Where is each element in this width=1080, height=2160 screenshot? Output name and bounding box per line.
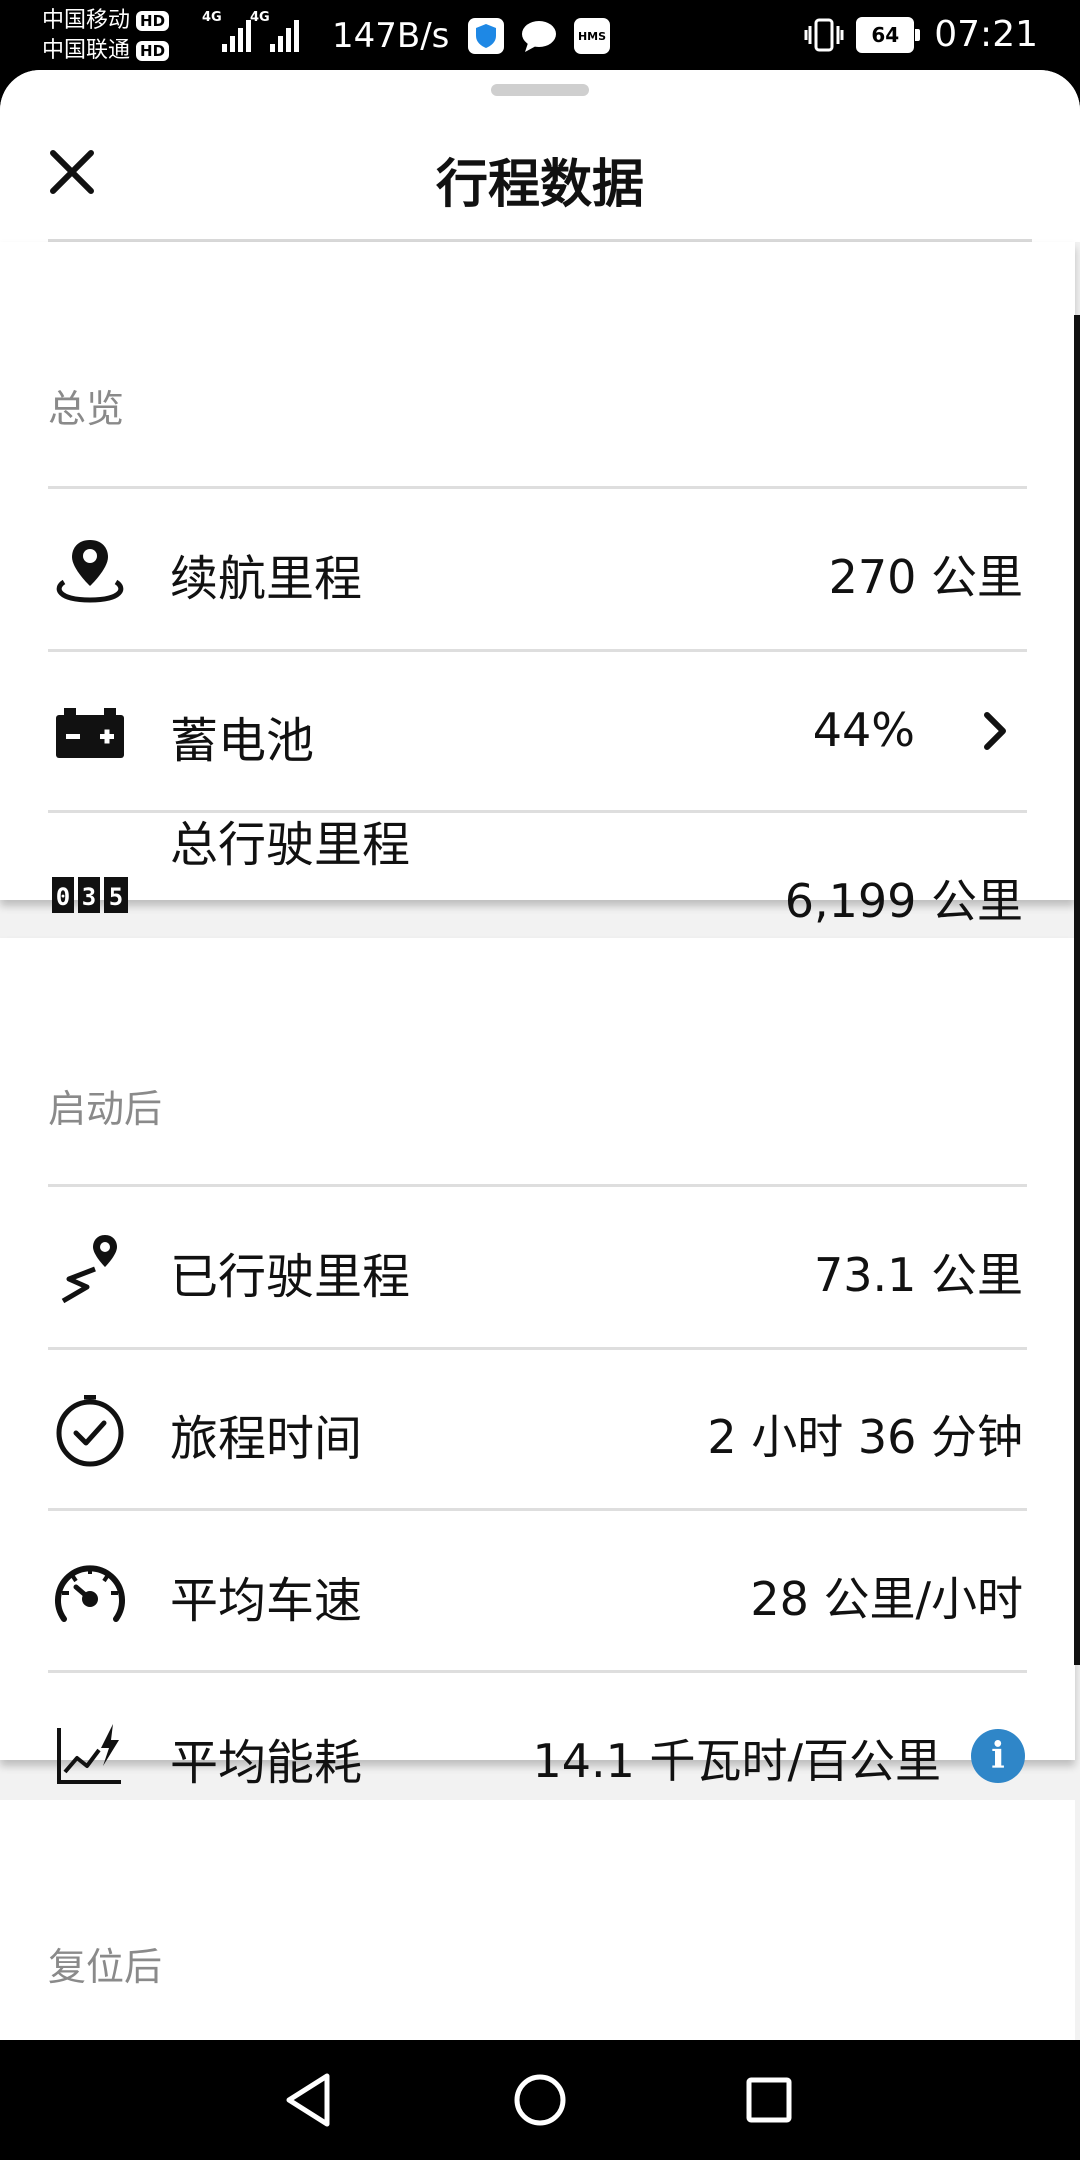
recents-square-icon bbox=[746, 2077, 792, 2123]
row-avg-speed: 平均车速 28 公里/小时 bbox=[0, 1511, 1075, 1671]
hd-badge: HD bbox=[136, 41, 170, 61]
hd-badge: HD bbox=[136, 11, 170, 31]
row-value: 2 小时 36 分钟 bbox=[707, 1410, 1023, 1464]
chat-bubble-icon bbox=[522, 21, 556, 52]
trip-data-sheet: 行程数据 总览 续航里程 270 公里 蓄电池 44% 035 总行驶里程 6,… bbox=[0, 70, 1080, 2040]
section-title-since-reset: 复位后 bbox=[48, 1945, 163, 1989]
back-triangle-icon bbox=[286, 2073, 330, 2127]
section-title-since-start: 启动后 bbox=[48, 1087, 163, 1131]
signal-icon: 4G bbox=[250, 10, 299, 52]
row-value: 6,199 公里 bbox=[784, 874, 1023, 928]
odometer-icon: 035 bbox=[52, 877, 128, 913]
close-button[interactable] bbox=[40, 140, 104, 204]
clock-icon bbox=[56, 1395, 124, 1467]
carrier-info: 中国移动 HD 中国联通 HD bbox=[42, 6, 170, 66]
carrier1-label: 中国移动 bbox=[42, 8, 131, 33]
sheet-header: 行程数据 bbox=[0, 70, 1080, 242]
route-pin-icon bbox=[61, 1235, 117, 1304]
row-label: 旅程时间 bbox=[170, 1411, 363, 1467]
network-type-label: 4G bbox=[202, 10, 222, 25]
row-label: 平均能耗 bbox=[170, 1735, 363, 1791]
speedometer-icon bbox=[55, 1565, 125, 1622]
row-value: 28 公里/小时 bbox=[750, 1572, 1023, 1626]
status-bar: 中国移动 HD 中国联通 HD 4G 4G 147B/s HMS 64 07:21 bbox=[0, 0, 1080, 72]
home-circle-icon bbox=[514, 2074, 566, 2126]
network-type-label: 4G bbox=[250, 10, 270, 25]
battery-indicator: 64 bbox=[856, 16, 921, 53]
recents-button[interactable] bbox=[724, 2058, 814, 2142]
hms-icon: HMS bbox=[574, 18, 610, 54]
row-value: 14.1 千瓦时/百公里 bbox=[532, 1734, 941, 1788]
row-distance: 已行驶里程 73.1 公里 bbox=[0, 1187, 1075, 1347]
row-value: 44% bbox=[812, 703, 915, 757]
battery-icon bbox=[56, 708, 124, 758]
row-value: 73.1 公里 bbox=[813, 1248, 1023, 1302]
energy-chart-icon bbox=[57, 1724, 121, 1784]
row-label: 蓄电池 bbox=[170, 713, 315, 769]
vibrate-icon bbox=[804, 18, 844, 51]
location-pin-icon bbox=[56, 540, 124, 603]
info-button[interactable]: i bbox=[971, 1729, 1025, 1783]
row-value: 270 公里 bbox=[828, 550, 1023, 604]
svg-text:3: 3 bbox=[82, 883, 96, 911]
svg-text:5: 5 bbox=[109, 883, 123, 911]
shield-icon bbox=[468, 18, 504, 54]
row-label: 平均车速 bbox=[170, 1573, 363, 1629]
row-label: 已行驶里程 bbox=[170, 1249, 411, 1305]
clock-time: 07:21 bbox=[934, 14, 1038, 55]
since-reset-card: 复位后 bbox=[0, 1800, 1075, 2040]
page-title: 行程数据 bbox=[435, 155, 644, 215]
svg-text:0: 0 bbox=[56, 883, 70, 911]
row-trip-time: 旅程时间 2 小时 36 分钟 bbox=[0, 1349, 1075, 1509]
back-button[interactable] bbox=[264, 2058, 354, 2142]
row-label: 续航里程 bbox=[170, 551, 363, 607]
row-battery[interactable]: 蓄电池 44% bbox=[0, 651, 1075, 811]
home-button[interactable] bbox=[495, 2058, 585, 2142]
close-icon bbox=[50, 150, 94, 194]
overview-card: 总览 续航里程 270 公里 蓄电池 44% 035 总行驶里程 6,199 公… bbox=[0, 242, 1075, 928]
carrier2-label: 中国联通 bbox=[42, 38, 131, 63]
signal-icon: 4G bbox=[202, 10, 251, 52]
chevron-right-icon[interactable] bbox=[975, 709, 1015, 753]
since-start-card: 启动后 已行驶里程 73.1 公里 旅程时间 2 小时 36 分钟 平均车速 2… bbox=[0, 938, 1075, 1791]
row-range: 续航里程 270 公里 bbox=[0, 489, 1075, 649]
drag-handle[interactable] bbox=[491, 84, 589, 96]
scrollbar[interactable] bbox=[1074, 315, 1080, 1665]
section-title-overview: 总览 bbox=[48, 387, 125, 431]
navigation-bar bbox=[0, 2040, 1080, 2160]
net-speed: 147B/s bbox=[332, 16, 450, 56]
